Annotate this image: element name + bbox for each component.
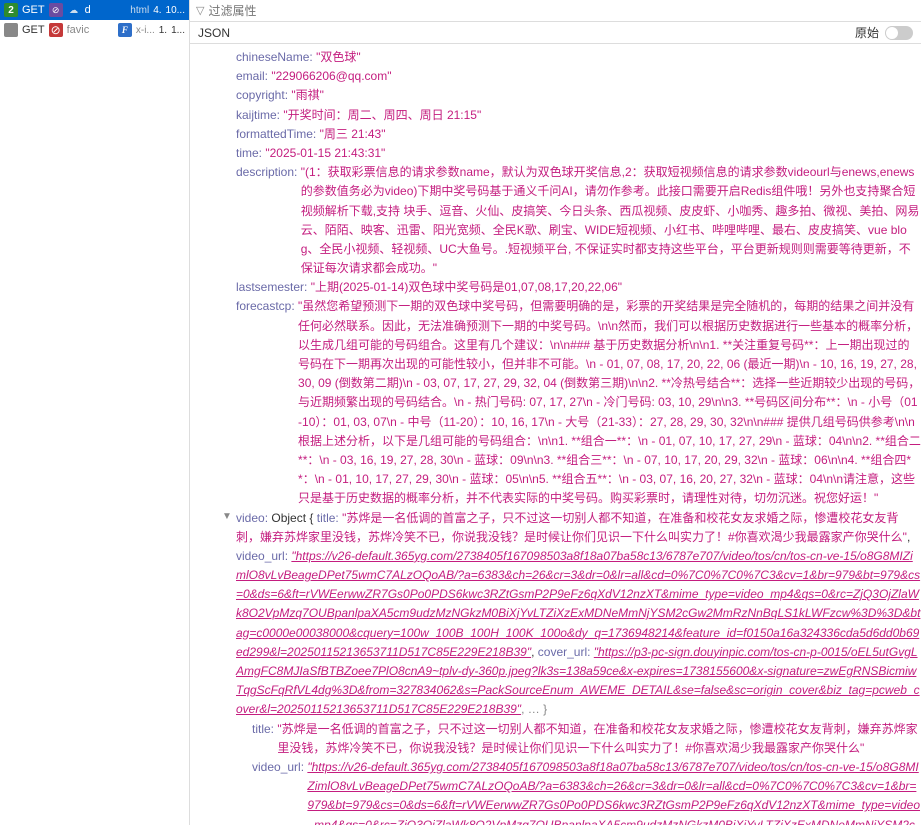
requests-panel: 2 GET ⊘ ☁ d html 4. 10... GET ⊘ favic F … xyxy=(0,0,190,825)
lock-strike-icon: ⊘ xyxy=(49,3,63,17)
request-status: 1. xyxy=(159,25,167,36)
json-property[interactable]: email: "229066206@qq.com" xyxy=(200,67,921,86)
json-property[interactable]: formattedTime: "周三 21:43" xyxy=(200,125,921,144)
json-property[interactable]: lastsemester: "上期(2025-01-14)双色球中奖号码是01,… xyxy=(200,278,921,297)
status-badge: 2 xyxy=(4,3,18,17)
json-property[interactable]: chineseName: "双色球" xyxy=(200,48,921,67)
request-name: favic xyxy=(67,24,114,36)
method-label: GET xyxy=(22,24,45,36)
request-status: 4. xyxy=(153,5,161,16)
json-property-object[interactable]: ▼ video: Object { title: "苏烨是一名低调的首富之子，只… xyxy=(200,509,921,720)
json-property[interactable]: kaijtime: "开奖时间：周二、周四、周日 21:15" xyxy=(200,106,921,125)
collapse-icon[interactable]: ▼ xyxy=(222,509,232,525)
json-property[interactable]: description: "(1：获取彩票信息的请求参数name，默认为双色球开… xyxy=(200,163,921,278)
request-type: html xyxy=(130,5,149,16)
request-row[interactable]: 2 GET ⊘ ☁ d html 4. 10... xyxy=(0,0,189,20)
response-tabs: JSON 原始 xyxy=(190,22,921,44)
request-size: 1... xyxy=(171,25,185,36)
request-type: x-i... xyxy=(136,25,155,36)
json-property[interactable]: time: "2025-01-15 21:43:31" xyxy=(200,144,921,163)
json-property[interactable]: copyright: "雨祺" xyxy=(200,86,921,105)
file-type-icon: F xyxy=(118,23,132,37)
video-url-link[interactable]: "https://v26-default.365yg.com/2738405f1… xyxy=(307,758,921,825)
tab-json[interactable]: JSON xyxy=(198,26,230,40)
status-badge xyxy=(4,23,18,37)
toggle-switch-icon xyxy=(885,26,913,40)
json-viewer[interactable]: chineseName: "双色球" email: "229066206@qq.… xyxy=(190,44,921,825)
video-url-link[interactable]: "https://v26-default.365yg.com/2738405f1… xyxy=(236,549,920,659)
filter-input[interactable] xyxy=(208,4,915,18)
json-property[interactable]: video_url: "https://v26-default.365yg.co… xyxy=(200,758,921,825)
request-size: 10... xyxy=(166,5,185,16)
request-name: d xyxy=(85,4,127,16)
request-row[interactable]: GET ⊘ favic F x-i... 1. 1... xyxy=(0,20,189,40)
method-label: GET xyxy=(22,4,45,16)
raw-label: 原始 xyxy=(855,24,879,41)
response-panel: ▽ JSON 原始 chineseName: "双色球" email: "229… xyxy=(190,0,921,825)
raw-toggle[interactable]: 原始 xyxy=(855,24,913,41)
filter-bar: ▽ xyxy=(190,0,921,22)
cloud-icon: ☁ xyxy=(67,3,81,17)
json-property[interactable]: title: "苏烨是一名低调的首富之子，只不过这一切别人都不知道，在准备和校花… xyxy=(200,720,921,758)
filter-icon: ▽ xyxy=(196,4,204,17)
json-property[interactable]: forecastcp: "虽然您希望预测下一期的双色球中奖号码，但需要明确的是，… xyxy=(200,297,921,508)
blocked-icon: ⊘ xyxy=(49,23,63,37)
devtools-container: 2 GET ⊘ ☁ d html 4. 10... GET ⊘ favic F … xyxy=(0,0,921,825)
